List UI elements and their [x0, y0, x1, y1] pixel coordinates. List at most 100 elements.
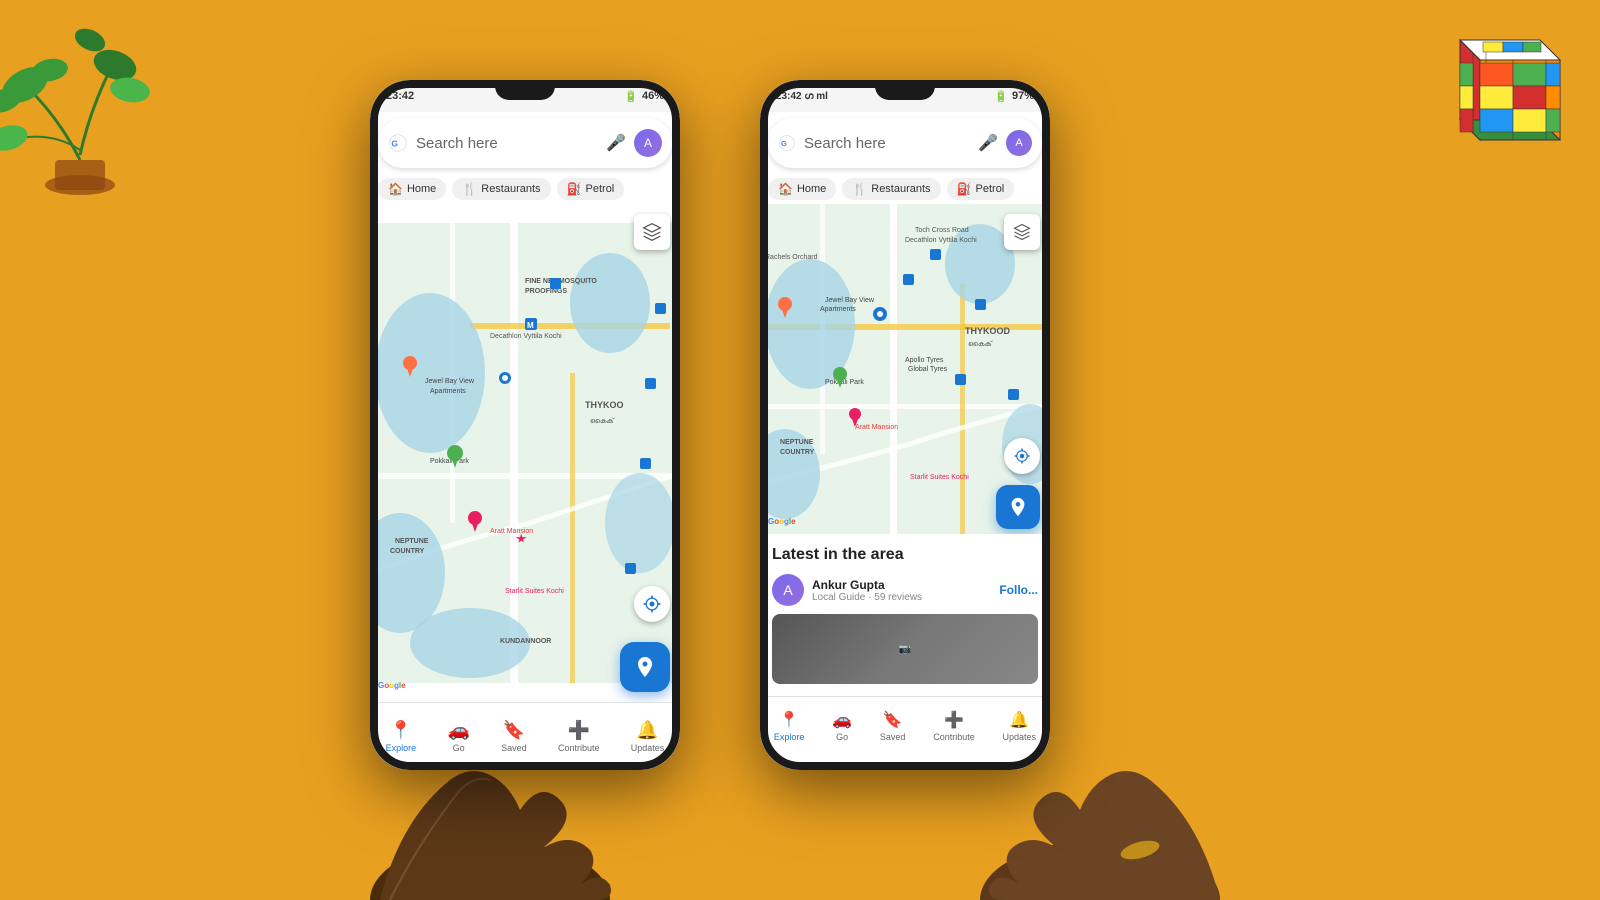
follow-btn[interactable]: Follo...	[999, 583, 1038, 597]
location-btn-left[interactable]	[634, 586, 670, 622]
svg-text:THYKOOD: THYKOOD	[965, 326, 1011, 336]
chip-petrol-label-right: Petrol	[976, 183, 1005, 195]
svg-text:Jewel Bay View: Jewel Bay View	[425, 378, 475, 385]
nav-updates-right[interactable]: 🔔 Updates	[1003, 710, 1037, 742]
time-left: 23:42	[386, 90, 414, 102]
saved-icon-left: 🔖	[503, 720, 525, 741]
explore-icon-right: 📍	[779, 710, 799, 730]
latest-title: Latest in the area	[772, 546, 1038, 564]
status-right-left: 🔋 46%	[624, 90, 664, 103]
nav-contribute-left[interactable]: ➕ Contribute	[558, 720, 600, 753]
cube-decoration	[1400, 0, 1600, 220]
chip-home-left[interactable]: 🏠 Home	[378, 178, 446, 200]
search-input-right[interactable]: Search here	[804, 135, 970, 152]
chip-restaurants-label-left: Restaurants	[481, 183, 540, 195]
nav-explore-right[interactable]: 📍 Explore	[774, 710, 805, 742]
time-right: 23:42 ഗ ml	[776, 91, 828, 102]
restaurants-icon-left: 🍴	[462, 182, 477, 196]
updates-icon-left: 🔔	[636, 720, 658, 741]
home-icon-right: 🏠	[778, 182, 793, 196]
bottom-nav-right: 📍 Explore 🚗 Go 🔖 Saved ➕ Contribute 🔔 Up…	[760, 696, 1050, 754]
svg-text:Jewel Bay View: Jewel Bay View	[825, 297, 875, 304]
search-bar-left[interactable]: G Search here 🎤 A	[378, 118, 672, 168]
svg-text:Aratt Mansion: Aratt Mansion	[855, 424, 898, 431]
svg-text:NEPTUNE: NEPTUNE	[780, 439, 814, 446]
search-bar-right[interactable]: G Search here 🎤 A	[768, 118, 1042, 168]
fab-btn-right[interactable]	[996, 485, 1040, 529]
chip-home-right[interactable]: 🏠 Home	[768, 178, 836, 200]
mic-icon-left[interactable]: 🎤	[606, 133, 626, 153]
nav-go-left[interactable]: 🚗 Go	[447, 720, 469, 753]
updates-label-right: Updates	[1003, 732, 1037, 742]
chip-petrol-left[interactable]: ⛽ Petrol	[557, 178, 625, 200]
svg-text:NEPTUNE: NEPTUNE	[395, 538, 429, 545]
svg-text:Pokkali Park: Pokkali Park	[825, 379, 864, 386]
mic-icon-right[interactable]: 🎤	[978, 133, 998, 153]
battery-left: 46%	[642, 90, 664, 102]
chip-home-label-left: Home	[407, 183, 436, 195]
battery-right: 97%	[1012, 90, 1034, 102]
battery-icon-left: 🔋	[624, 90, 638, 103]
bottom-panel-right: Latest in the area A Ankur Gupta Local G…	[760, 534, 1050, 696]
svg-text:FINE NET MOSQUITO: FINE NET MOSQUITO	[525, 278, 597, 285]
petrol-icon-left: ⛽	[567, 182, 582, 196]
saved-label-right: Saved	[880, 732, 906, 742]
user-row: A Ankur Gupta Local Guide · 59 reviews F…	[772, 574, 1038, 606]
chip-petrol-label-left: Petrol	[586, 183, 615, 195]
bottom-nav-left: 📍 Explore 🚗 Go 🔖 Saved ➕ Contribute 🔔 Up…	[370, 702, 680, 770]
map-svg-left: FINE NET MOSQUITO PROOFINGS Decathlon Vy…	[370, 204, 680, 702]
go-icon-left: 🚗	[447, 720, 469, 741]
chip-restaurants-label-right: Restaurants	[871, 183, 930, 195]
nav-saved-left[interactable]: 🔖 Saved	[501, 720, 527, 753]
contribute-icon-right: ➕	[944, 710, 964, 730]
svg-text:Decathlon Vyttila Kochi: Decathlon Vyttila Kochi	[905, 237, 977, 244]
svg-text:THYKOO: THYKOO	[585, 400, 624, 410]
user-info: Ankur Gupta Local Guide · 59 reviews	[812, 578, 991, 603]
saved-label-left: Saved	[501, 743, 527, 753]
svg-text:PROOFINGS: PROOFINGS	[525, 288, 567, 295]
chip-restaurants-right[interactable]: 🍴 Restaurants	[842, 178, 940, 200]
notch-left	[495, 80, 555, 100]
map-right[interactable]: Rachels Orchard Decathlon Vyttila Kochi …	[760, 204, 1050, 534]
contribute-icon-left: ➕	[568, 720, 590, 741]
layer-btn-left[interactable]	[634, 214, 670, 250]
fab-btn-left[interactable]	[620, 642, 670, 692]
nav-saved-right[interactable]: 🔖 Saved	[880, 710, 906, 742]
svg-text:G: G	[391, 138, 397, 148]
avatar-right[interactable]: A	[1006, 130, 1032, 156]
saved-icon-right: 🔖	[883, 710, 903, 730]
notch-right	[875, 80, 935, 100]
nav-contribute-right[interactable]: ➕ Contribute	[933, 710, 975, 742]
layer-btn-right[interactable]	[1004, 214, 1040, 250]
location-btn-right[interactable]	[1004, 438, 1040, 474]
status-bar-left: 23:42 🔋 46%	[370, 80, 680, 112]
phone-left: 23:42 🔋 46% G Search here 🎤 A 🏠 Home	[370, 80, 680, 770]
chip-petrol-right[interactable]: ⛽ Petrol	[947, 178, 1015, 200]
svg-text:Starlit Suites Kochi: Starlit Suites Kochi	[505, 588, 564, 595]
go-label-right: Go	[836, 732, 848, 742]
home-icon-left: 🏠	[388, 182, 403, 196]
svg-text:Apollo Tyres: Apollo Tyres	[905, 357, 944, 364]
content-preview: 📷	[772, 614, 1038, 684]
avatar-left[interactable]: A	[634, 129, 662, 157]
battery-icon-right: 🔋	[994, 90, 1008, 103]
map-left[interactable]: FINE NET MOSQUITO PROOFINGS Decathlon Vy…	[370, 204, 680, 702]
search-input-left[interactable]: Search here	[416, 135, 598, 152]
user-meta: Local Guide · 59 reviews	[812, 592, 991, 603]
svg-text:COUNTRY: COUNTRY	[780, 449, 815, 456]
svg-text:Rachels Orchard: Rachels Orchard	[765, 254, 818, 261]
updates-icon-right: 🔔	[1009, 710, 1029, 730]
nav-explore-left[interactable]: 📍 Explore	[386, 720, 417, 753]
nav-updates-left[interactable]: 🔔 Updates	[631, 720, 665, 753]
svg-text:KUNDANNOOR: KUNDANNOOR	[500, 638, 551, 645]
nav-go-right[interactable]: 🚗 Go	[832, 710, 852, 742]
svg-text:COUNTRY: COUNTRY	[390, 548, 425, 555]
svg-text:M: M	[527, 321, 534, 330]
svg-text:Apartments: Apartments	[820, 306, 856, 313]
svg-text:Pokkali Park: Pokkali Park	[430, 458, 469, 465]
petrol-icon-right: ⛽	[957, 182, 972, 196]
svg-text:Toch Cross Road: Toch Cross Road	[915, 227, 969, 234]
chip-restaurants-left[interactable]: 🍴 Restaurants	[452, 178, 550, 200]
user-name: Ankur Gupta	[812, 578, 991, 592]
plant-decoration	[0, 0, 200, 200]
